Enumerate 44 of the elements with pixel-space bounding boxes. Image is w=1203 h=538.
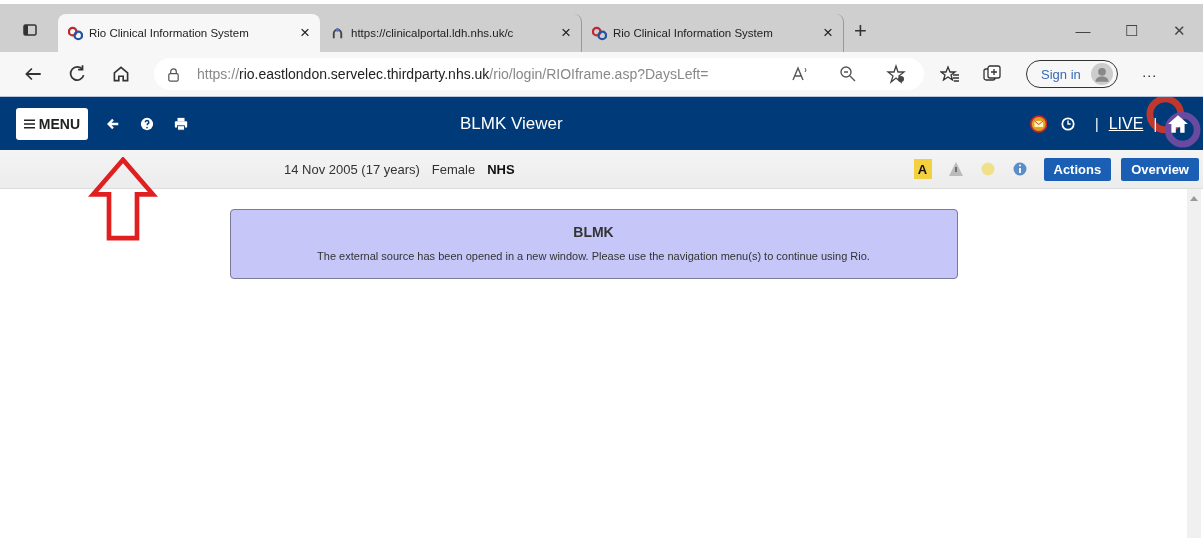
menu-button[interactable]: MENU — [16, 107, 88, 140]
collections-icon[interactable] — [982, 64, 1002, 84]
close-tab-button[interactable]: × — [561, 23, 571, 43]
tab-actions-icon[interactable] — [22, 22, 38, 38]
scrollbar[interactable] — [1187, 189, 1201, 538]
address-bar[interactable]: https://rio.eastlondon.servelec.thirdparty.nhs.uk/rio/login/RIOIframe.asp?DaysLeft= — [154, 58, 924, 90]
alert-badge[interactable]: A — [913, 159, 932, 179]
browser-tab[interactable]: Rio Clinical Information System × — [58, 14, 320, 52]
rio-logo-icon — [592, 25, 607, 41]
avatar-icon — [1090, 63, 1113, 85]
warning-icon[interactable] — [947, 161, 964, 177]
date-of-birth: 14 Nov 2005 (17 years) — [284, 161, 420, 177]
clock-icon[interactable] — [1061, 115, 1076, 132]
help-icon[interactable] — [139, 115, 154, 132]
nhs-label: NHS — [487, 161, 515, 177]
info-icon[interactable] — [1011, 161, 1028, 177]
lock-icon — [166, 66, 181, 82]
separator: | — [1153, 115, 1158, 132]
separator: | — [1095, 115, 1099, 132]
status-dot-icon[interactable] — [979, 161, 996, 177]
favorites-icon[interactable] — [940, 64, 960, 84]
new-tab-button[interactable]: + — [854, 18, 867, 44]
close-tab-button[interactable]: × — [823, 23, 833, 43]
window-control-button[interactable]: ☐ — [1107, 4, 1155, 40]
more-button[interactable]: ··· — [1141, 65, 1157, 83]
home-icon[interactable] — [1167, 113, 1190, 134]
url-text: https://rio.eastlondon.servelec.thirdparty.nhs.uk/rio/login/RIOIframe.asp?DaysLeft= — [197, 66, 710, 82]
rio-logo-icon — [68, 25, 83, 41]
window-control-button[interactable]: — — [1059, 4, 1107, 40]
portal-logo-icon — [330, 25, 345, 41]
favorite-star-icon[interactable] — [886, 64, 906, 84]
notice-message: The external source has been opened in a new window. Please use the navigation menu(s) to continue using Rio. — [316, 250, 871, 262]
mail-icon[interactable] — [1029, 113, 1048, 134]
live-link[interactable]: LIVE — [1108, 114, 1144, 133]
close-tab-button[interactable]: × — [300, 23, 310, 43]
print-icon[interactable] — [173, 115, 188, 132]
gender: Female — [431, 161, 476, 177]
zoom-out-icon[interactable] — [838, 64, 858, 84]
window-control-button[interactable]: ✕ — [1155, 4, 1203, 40]
page-title: BLMK Viewer — [459, 113, 564, 134]
notice-title: BLMK — [572, 224, 615, 240]
menu-icon — [23, 118, 35, 129]
action-button[interactable]: Overview — [1121, 157, 1199, 181]
action-button[interactable]: Actions — [1043, 157, 1112, 181]
